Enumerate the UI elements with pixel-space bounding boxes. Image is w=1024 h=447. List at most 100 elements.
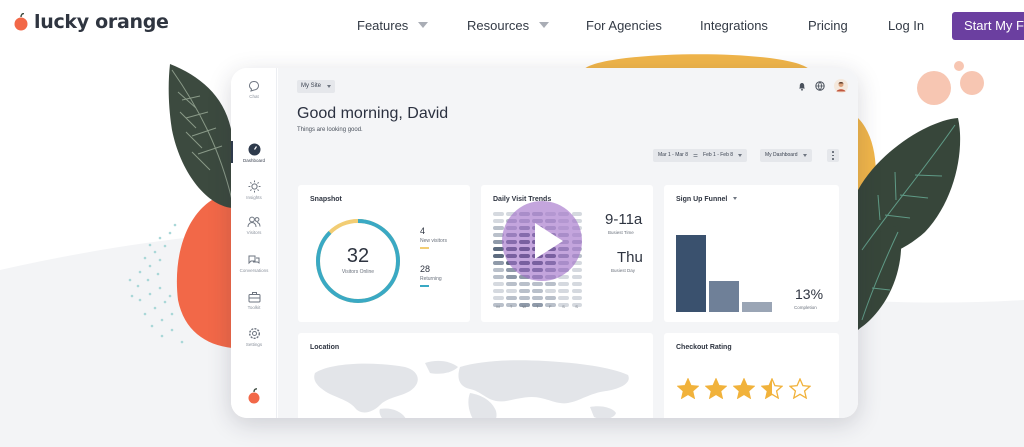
brand-logo[interactable]: lucky orange	[14, 11, 169, 33]
checkout-rating-panel: Checkout Rating	[664, 333, 839, 418]
heatmap-cell	[532, 288, 543, 294]
funnel-bar	[709, 281, 739, 312]
dashboard-main: My Site Good morning, David Things are l…	[278, 68, 858, 418]
panel-title-row[interactable]: Sign Up Funnel	[676, 196, 738, 203]
site-selector-label: My Site	[301, 83, 322, 89]
panel-title: Checkout Rating	[676, 344, 732, 351]
location-panel: Location	[298, 333, 653, 418]
day-label: T	[536, 304, 539, 309]
sidebar-item-label: Insights	[246, 195, 262, 200]
new-visitors-label: New visitors	[420, 238, 447, 244]
funnel-bar	[742, 301, 772, 312]
star-icon	[733, 378, 755, 399]
funnel-completion-value: 13%	[795, 286, 824, 302]
orange-fruit-icon	[14, 13, 28, 31]
day-label: F	[549, 304, 552, 309]
panel-title: Location	[310, 344, 340, 351]
sidebar-item-settings[interactable]: Settings	[231, 327, 277, 347]
returning-label: Returning	[420, 276, 442, 282]
insights-icon	[248, 180, 260, 193]
heatmap-cell	[545, 281, 556, 287]
chevron-down-icon	[802, 154, 807, 157]
globe-icon[interactable]	[815, 81, 825, 91]
heatmap-cell	[519, 281, 530, 287]
heatmap-cell	[506, 281, 517, 287]
dashboard-view-selector[interactable]: My Dashboard	[760, 149, 812, 162]
dark-leaf-left	[168, 64, 234, 208]
avatar[interactable]	[834, 79, 848, 93]
heatmap-cell	[493, 212, 504, 217]
star-icon	[789, 378, 811, 399]
chevron-down-icon	[418, 22, 429, 28]
sidebar-item-label: Visitors	[246, 230, 262, 235]
heatmap-cell	[506, 274, 517, 280]
nav-resources[interactable]: Resources	[467, 18, 550, 33]
sidebar-item-label: Conversations	[239, 268, 269, 273]
date-range-picker[interactable]: Mar 1 - Mar 8 Feb 1 - Feb 8	[653, 149, 748, 162]
heatmap-cell	[558, 295, 569, 301]
nav-features[interactable]: Features	[357, 18, 429, 33]
heatmap-cell	[493, 225, 504, 231]
heatmap-cell	[532, 295, 543, 301]
visitors-online-count: 32	[346, 245, 370, 267]
conversations-icon	[248, 255, 260, 265]
heatmap-cell	[519, 288, 530, 294]
returning-count: 28	[420, 264, 431, 274]
sidebar-item-toolkit[interactable]: Toolkit	[231, 291, 277, 310]
play-icon[interactable]	[535, 223, 563, 259]
chevron-down-icon	[733, 197, 738, 200]
start-free-trial-button[interactable]: Start My Fr	[952, 12, 1024, 40]
nav-integrations[interactable]: Integrations	[700, 18, 768, 33]
world-map	[314, 360, 629, 418]
brand-name: lucky orange	[34, 11, 169, 33]
chevron-down-icon	[738, 154, 743, 157]
sidebar-item-label: Toolkit	[247, 305, 261, 310]
sidebar-item-chat[interactable]: Chat	[231, 80, 277, 99]
more-options-button[interactable]	[827, 149, 839, 162]
returning-swatch	[420, 285, 429, 287]
sidebar-item-dashboard[interactable]: Dashboard	[231, 143, 277, 163]
date-range-current: Mar 1 - Mar 8	[658, 152, 689, 158]
heatmap-cell	[571, 281, 583, 287]
site-selector[interactable]: My Site	[297, 80, 336, 93]
nav-features-label: Features	[357, 18, 409, 33]
nav-log-in[interactable]: Log In	[888, 18, 924, 33]
sidebar-item-insights[interactable]: Insights	[231, 180, 277, 200]
date-range-compare: Feb 1 - Feb 8	[703, 152, 734, 158]
busiest-day-label: Busiest Day	[611, 268, 636, 273]
dashboard-icon	[248, 143, 260, 156]
heatmap-cell	[545, 295, 556, 301]
day-label: M	[496, 304, 500, 309]
star-icon	[677, 378, 699, 399]
greeting-subtitle: Things are looking good.	[297, 127, 363, 133]
top-navigation: lucky orange Features Resources For Agen…	[0, 0, 1024, 52]
new-visitors-swatch	[420, 247, 429, 249]
bell-icon[interactable]	[798, 82, 806, 91]
heatmap-cell	[519, 295, 530, 301]
new-visitors-count: 4	[420, 226, 426, 236]
compare-arrows-icon	[693, 154, 698, 157]
visitors-icon	[247, 216, 261, 228]
heatmap-cell	[493, 295, 504, 301]
heatmap-cell	[558, 288, 569, 294]
header-icons	[798, 79, 848, 93]
chat-icon	[248, 80, 260, 92]
orange-fruit-icon	[248, 388, 260, 404]
heatmap-cell	[493, 260, 504, 266]
day-label: S	[575, 304, 578, 309]
nav-for-agencies[interactable]: For Agencies	[586, 18, 662, 33]
day-label: W	[522, 304, 527, 309]
sidebar-item-visitors[interactable]: Visitors	[231, 216, 277, 235]
star-icon	[761, 378, 783, 399]
heatmap-cell	[558, 281, 569, 287]
signup-funnel-panel: Sign Up Funnel 13% Completion	[664, 185, 839, 322]
heatmap-cell	[571, 295, 583, 301]
toolkit-icon	[248, 292, 260, 303]
sidebar-item-conversations[interactable]: Conversations	[231, 254, 277, 273]
nav-pricing[interactable]: Pricing	[808, 18, 848, 33]
peach-dot-medium	[960, 71, 984, 95]
daily-visit-trends-panel: Daily Visit Trends M T W T F S S 9-11a B…	[481, 185, 653, 322]
chevron-down-icon	[539, 22, 550, 28]
funnel-bar	[676, 235, 706, 312]
heatmap-cell	[545, 288, 556, 294]
